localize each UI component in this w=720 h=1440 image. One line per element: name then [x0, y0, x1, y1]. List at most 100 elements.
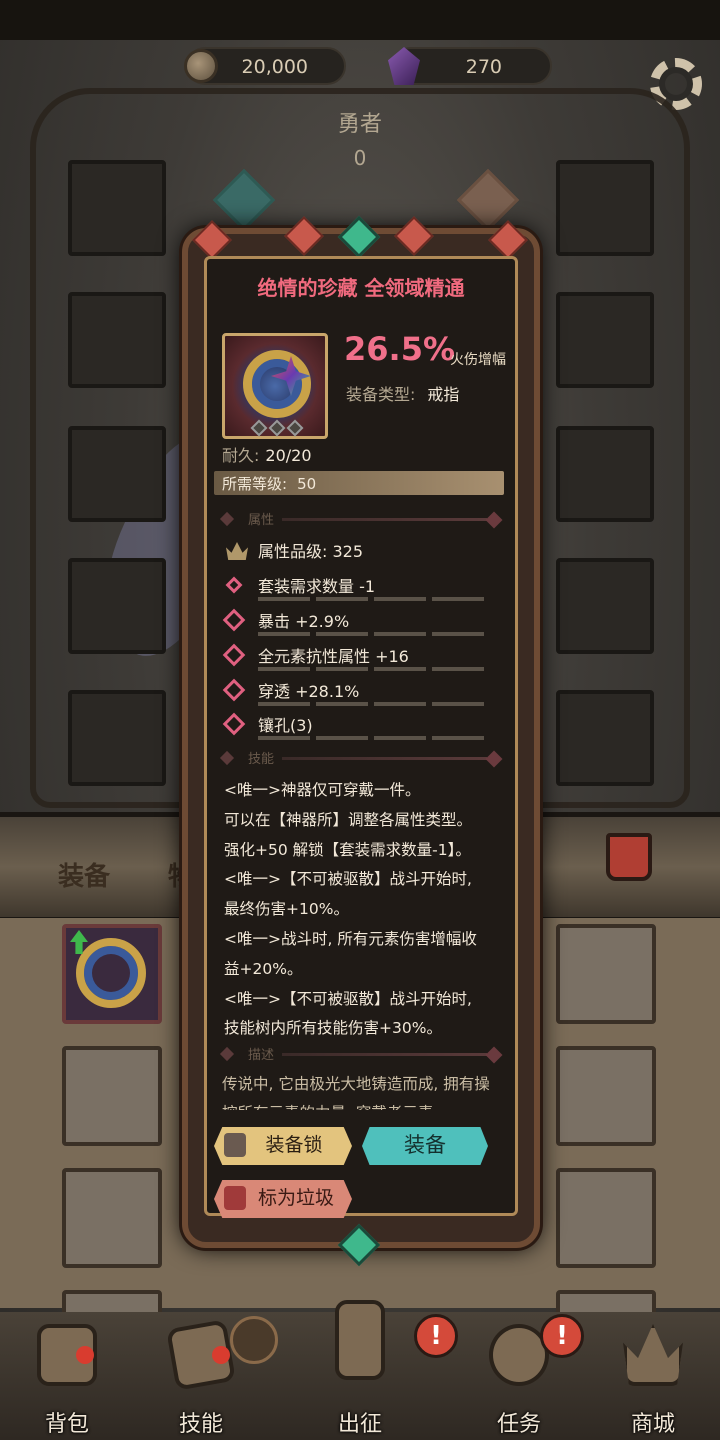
attribute-bar — [258, 702, 486, 706]
notification-dot — [76, 1346, 94, 1364]
equip-slot[interactable] — [556, 160, 654, 256]
item-description: 传说中, 它由极光大地铸造而成, 拥有操控所有元素的力量, 穿戴者元素 — [222, 1075, 490, 1110]
nav-label: 技能 — [178, 1412, 223, 1437]
req-level-label: 所需等级: — [222, 475, 288, 493]
equip-slot[interactable] — [556, 690, 654, 786]
attribute-text: 全元素抗性属性 +16 — [258, 647, 409, 666]
durability-label: 耐久: — [222, 446, 260, 465]
skill-line: 强化+50 解锁【套装需求数量-1】。 — [224, 840, 471, 859]
attribute-row: 套装需求数量 -1 — [222, 573, 492, 605]
button-label: 装备锁 — [265, 1134, 323, 1156]
socket-pip — [268, 419, 286, 437]
nav-expedition[interactable]: 出征 — [305, 1300, 415, 1440]
gem-icon — [388, 47, 420, 85]
equip-slot[interactable] — [68, 558, 166, 654]
skill-line: <唯一>【不可被驱散】战斗开始时, — [224, 989, 472, 1008]
coin-value: 20,000 — [241, 56, 308, 78]
tab-equip[interactable]: 装备 — [58, 856, 110, 893]
attribute-bar — [258, 632, 486, 636]
main-stat-value: 26.5% — [344, 330, 456, 368]
status-bar — [0, 0, 720, 40]
diamond-icon — [222, 608, 246, 632]
nav-label: 背包 — [44, 1412, 89, 1437]
hero-level: 0 — [353, 146, 367, 170]
equip-slot[interactable] — [68, 426, 166, 522]
skill-list: <唯一>神器仅可穿戴一件。 可以在【神器所】调整各属性类型。 强化+50 解锁【… — [224, 776, 514, 1044]
button-label: 标为垃圾 — [257, 1187, 334, 1209]
equip-slot[interactable] — [68, 690, 166, 786]
trash-bin-icon[interactable] — [606, 833, 652, 881]
attribute-text: 穿透 +28.1% — [258, 682, 360, 701]
skill-line: <唯一>神器仅可穿戴一件。 — [224, 781, 421, 799]
equip-type-label: 装备类型: — [346, 385, 416, 404]
sword-icon — [335, 1300, 385, 1380]
shop-alert-badge: ! — [540, 1314, 584, 1358]
section-description: 描述 — [219, 1044, 504, 1064]
button-label: 装备 — [404, 1133, 446, 1157]
inventory-slot[interactable] — [62, 1046, 162, 1146]
nav-label: 任务 — [496, 1412, 541, 1437]
game-screen: { "currency": {"coins": "20,000", "gems"… — [0, 0, 720, 1440]
skill-line: 益+20%。 — [224, 959, 303, 978]
inventory-slot-ring[interactable] — [62, 924, 162, 1024]
inventory-slot[interactable] — [62, 1168, 162, 1268]
skill-line: <唯一>战斗时, 所有元素伤害增幅收 — [224, 929, 477, 948]
nav-label: 出征 — [337, 1412, 382, 1437]
attribute-row: 穿透 +28.1% — [222, 678, 492, 710]
lock-icon — [224, 1133, 246, 1157]
attribute-text: 镶孔(3) — [258, 716, 313, 735]
gem-value: 270 — [465, 56, 502, 78]
durability-value: 20/20 — [265, 446, 312, 465]
attribute-text: 属性品级: 325 — [258, 542, 364, 561]
item-portrait — [222, 333, 328, 439]
nav-backpack[interactable]: 背包 — [12, 1320, 122, 1440]
attribute-bar — [258, 736, 486, 740]
quest-alert-badge: ! — [414, 1314, 458, 1358]
attribute-row: 全元素抗性属性 +16 — [222, 643, 492, 675]
skill-line: 可以在【神器所】调整各属性类型。 — [224, 810, 473, 829]
attribute-bar — [258, 667, 486, 671]
equip-type: 装备类型: 戒指 — [346, 381, 459, 405]
item-title: 绝情的珍藏 全领域精通 — [257, 276, 465, 300]
equip-slot[interactable] — [68, 292, 166, 388]
equip-lock-button[interactable]: 装备锁 — [214, 1127, 352, 1165]
inventory-slot[interactable] — [556, 924, 656, 1024]
mark-junk-button[interactable]: 标为垃圾 — [214, 1180, 352, 1218]
equip-slot[interactable] — [556, 558, 654, 654]
equip-type-value: 戒指 — [427, 385, 460, 404]
shop-crown-icon — [623, 1324, 683, 1386]
equip-slot[interactable] — [68, 160, 166, 256]
required-level-bar: 所需等级: 50 — [214, 471, 504, 495]
skill-line: 最终伤害+10%。 — [224, 900, 349, 919]
durability: 耐久: 20/20 — [222, 442, 312, 466]
equip-button[interactable]: 装备 — [362, 1127, 488, 1165]
required-level: 所需等级: 50 — [222, 473, 316, 494]
diamond-icon — [222, 678, 246, 702]
section-label: 描述 — [248, 1048, 275, 1063]
gem-counter: 270 — [388, 47, 552, 85]
skill-line: 技能树内所有技能伤害+30%。 — [224, 1019, 442, 1038]
equip-slot[interactable] — [556, 426, 654, 522]
hero-name: 勇者 — [337, 112, 382, 137]
attribute-bar — [258, 597, 486, 601]
equip-slot[interactable] — [556, 292, 654, 388]
diamond-icon — [222, 712, 246, 736]
attribute-text: 暴击 +2.9% — [258, 612, 350, 631]
main-stat-unit: 火伤增幅 — [450, 352, 506, 368]
nav-shop[interactable]: 商城 — [598, 1320, 708, 1440]
attribute-row: 属性品级: 325 — [222, 538, 492, 570]
ring-icon — [76, 938, 146, 1008]
section-attributes: 属性 — [219, 509, 504, 529]
req-level-value: 50 — [297, 475, 317, 493]
inventory-slot[interactable] — [556, 1046, 656, 1146]
inventory-slot[interactable] — [556, 1168, 656, 1268]
attribute-text: 套装需求数量 -1 — [258, 577, 376, 596]
coin-counter: 20,000 — [184, 47, 346, 85]
nav-label: 商城 — [630, 1412, 675, 1437]
coin-icon — [184, 49, 218, 83]
diamond-icon — [222, 643, 246, 667]
skill-point-icon — [230, 1316, 278, 1364]
trash-icon — [224, 1186, 246, 1210]
socket-pip — [250, 419, 268, 437]
attribute-row: 暴击 +2.9% — [222, 608, 492, 640]
